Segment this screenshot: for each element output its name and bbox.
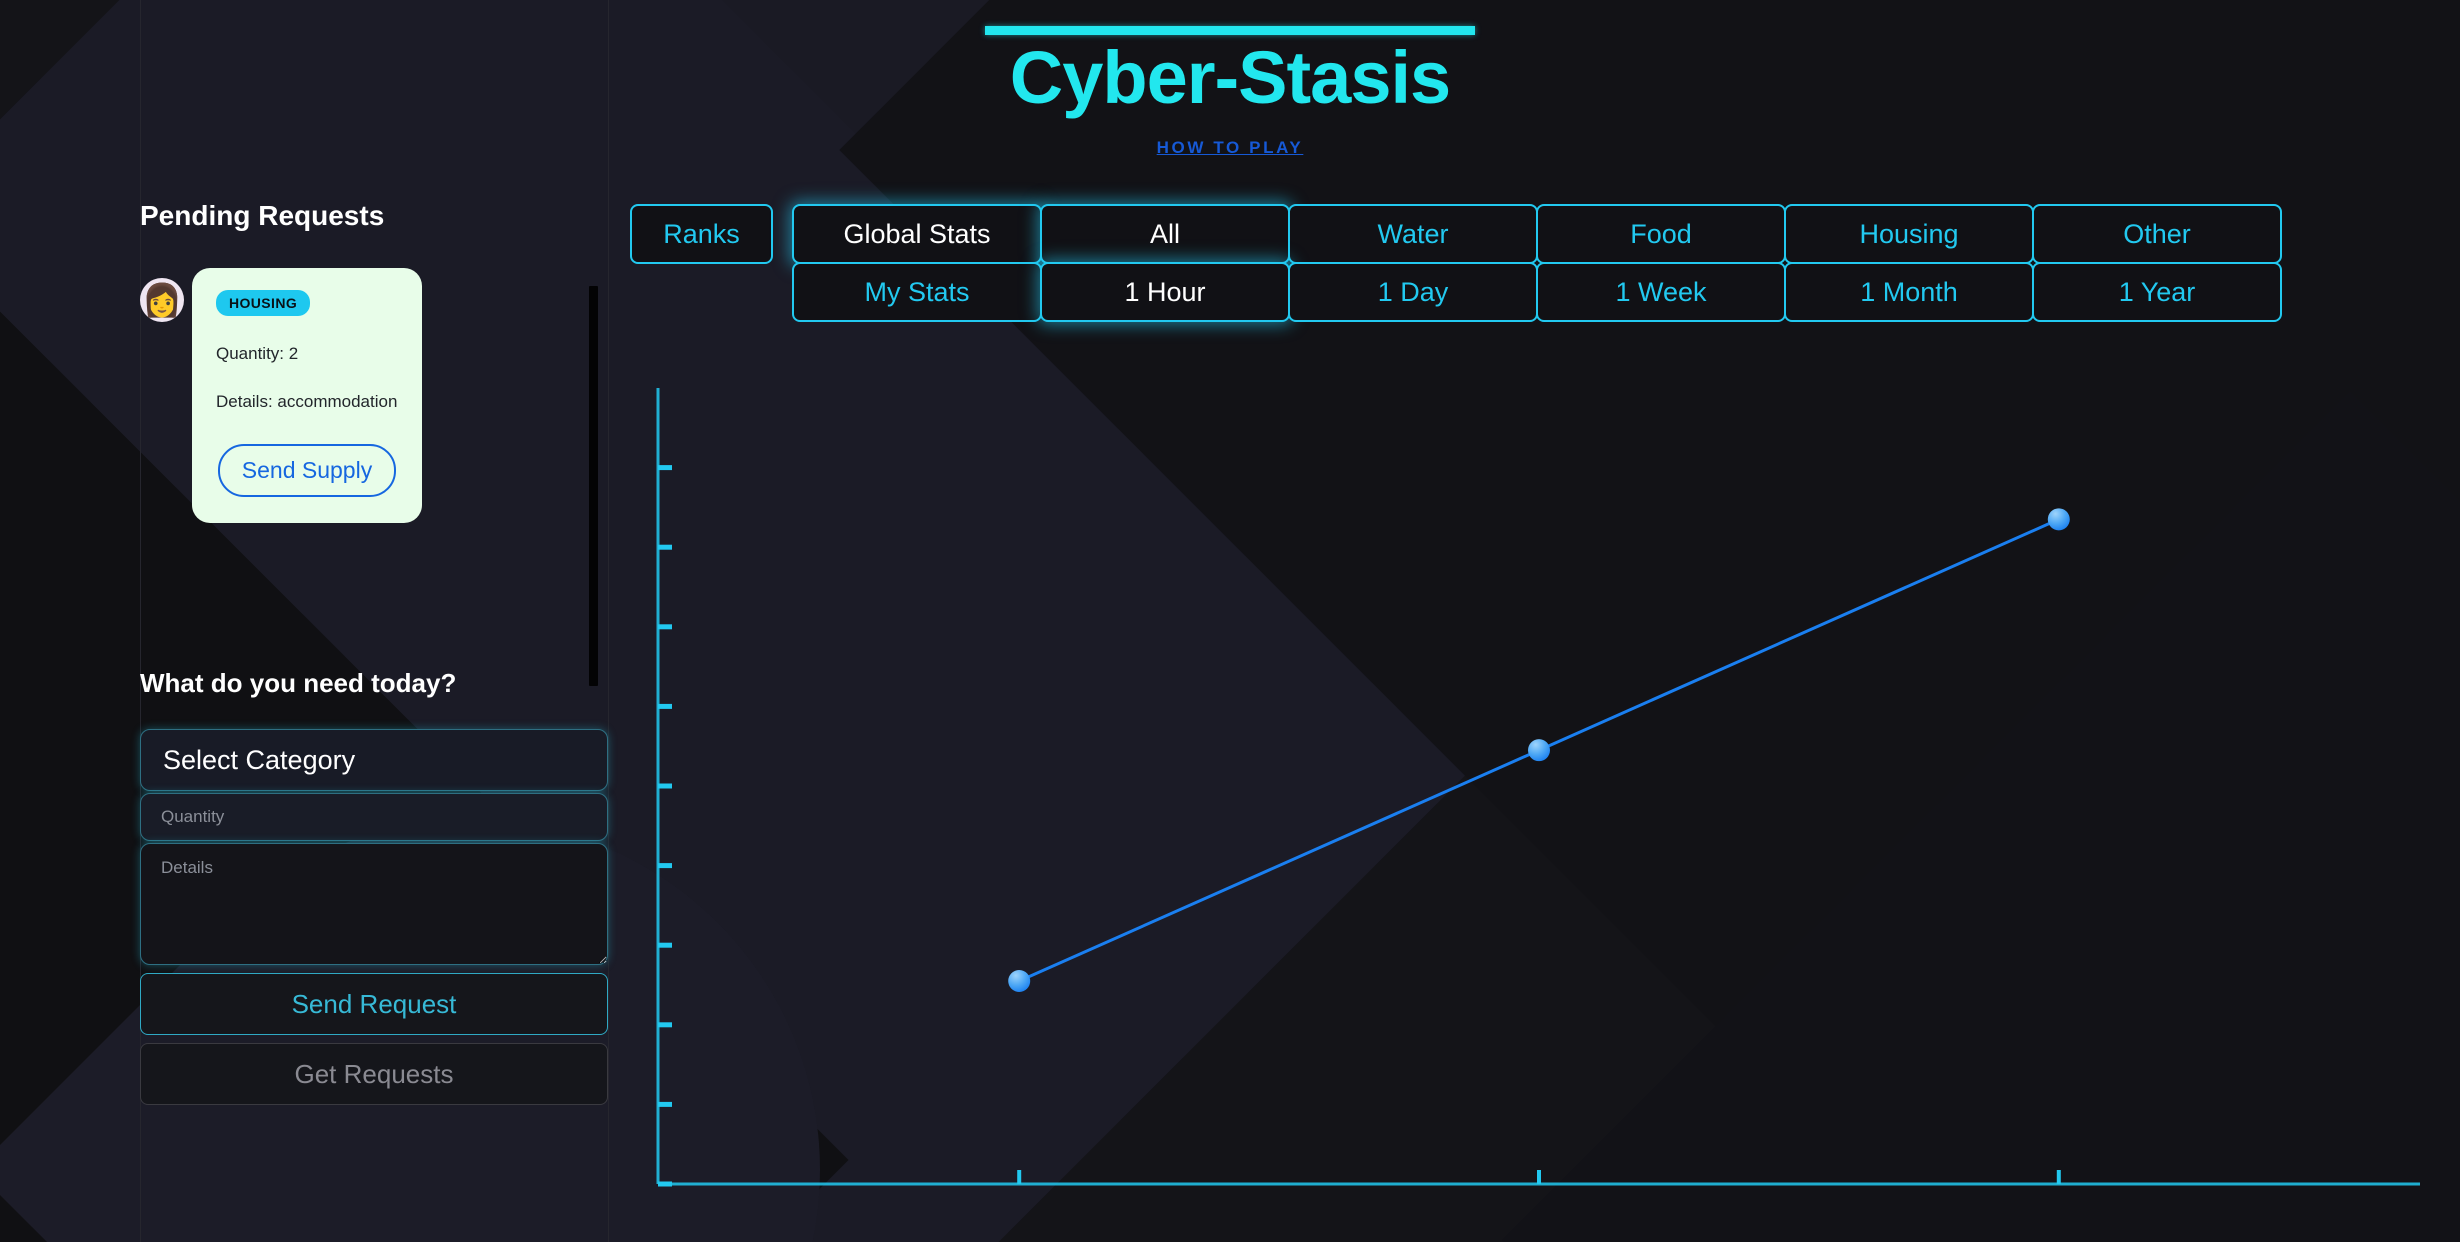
tab-my-stats[interactable]: My Stats (792, 262, 1042, 322)
chart-svg (656, 388, 2420, 1187)
send-request-button[interactable]: Send Request (140, 973, 608, 1035)
tab-other[interactable]: Other (2032, 204, 2282, 264)
send-supply-button[interactable]: Send Supply (217, 444, 397, 497)
tab-all[interactable]: All (1040, 204, 1290, 264)
tab-housing[interactable]: Housing (1784, 204, 2034, 264)
tab-1-week[interactable]: 1 Week (1536, 262, 1786, 322)
tab-row-range: My Stats 1 Hour 1 Day 1 Week 1 Month 1 Y… (792, 262, 2282, 322)
pending-requests-heading: Pending Requests (140, 200, 385, 231)
page-header: Cyber-Stasis HOW TO PLAY (0, 0, 2460, 158)
page-title: Cyber-Stasis (1009, 36, 1451, 119)
tab-1-hour[interactable]: 1 Hour (1040, 262, 1290, 322)
tab-ranks[interactable]: Ranks (630, 204, 773, 264)
quantity-input[interactable] (140, 793, 608, 841)
chart-data-points (1008, 508, 2070, 993)
tab-1-month[interactable]: 1 Month (1784, 262, 2034, 322)
request-details: Details: accommodation (216, 392, 398, 411)
how-to-play-link[interactable]: HOW TO PLAY (1157, 138, 1304, 158)
requests-scrollbar[interactable] (589, 286, 598, 686)
woman-avatar-icon: 👩 (140, 278, 184, 322)
tab-global-stats[interactable]: Global Stats (792, 204, 1042, 264)
request-card: HOUSING Quantity: 2 Details: accommodati… (192, 268, 422, 523)
details-textarea[interactable] (140, 843, 608, 965)
tab-bar: Ranks Global Stats All Water Food Housin… (630, 204, 2282, 322)
pending-requests-list: 👩 HOUSING Quantity: 2 Details: accommoda… (140, 268, 610, 686)
left-sidebar: Pending Requests 👩 HOUSING Quantity: 2 D… (140, 200, 610, 1242)
request-form-heading: What do you need today? (140, 668, 457, 698)
app-root: Cyber-Stasis HOW TO PLAY Pending Request… (0, 0, 2460, 1242)
tab-food[interactable]: Food (1536, 204, 1786, 264)
list-item: 👩 HOUSING Quantity: 2 Details: accommoda… (140, 268, 610, 523)
chart-axes (656, 388, 2420, 1187)
tab-1-day[interactable]: 1 Day (1288, 262, 1538, 322)
get-requests-button[interactable]: Get Requests (140, 1043, 608, 1105)
select-category-dropdown[interactable]: Select Category (140, 729, 608, 791)
tab-row-scope: Ranks Global Stats All Water Food Housin… (630, 204, 2282, 264)
stats-line-chart (630, 360, 2430, 1240)
request-quantity: Quantity: 2 (216, 344, 299, 363)
tab-water[interactable]: Water (1288, 204, 1538, 264)
status-badge: HOUSING (216, 290, 311, 316)
title-rule (985, 26, 1475, 35)
tab-1-year[interactable]: 1 Year (2032, 262, 2282, 322)
